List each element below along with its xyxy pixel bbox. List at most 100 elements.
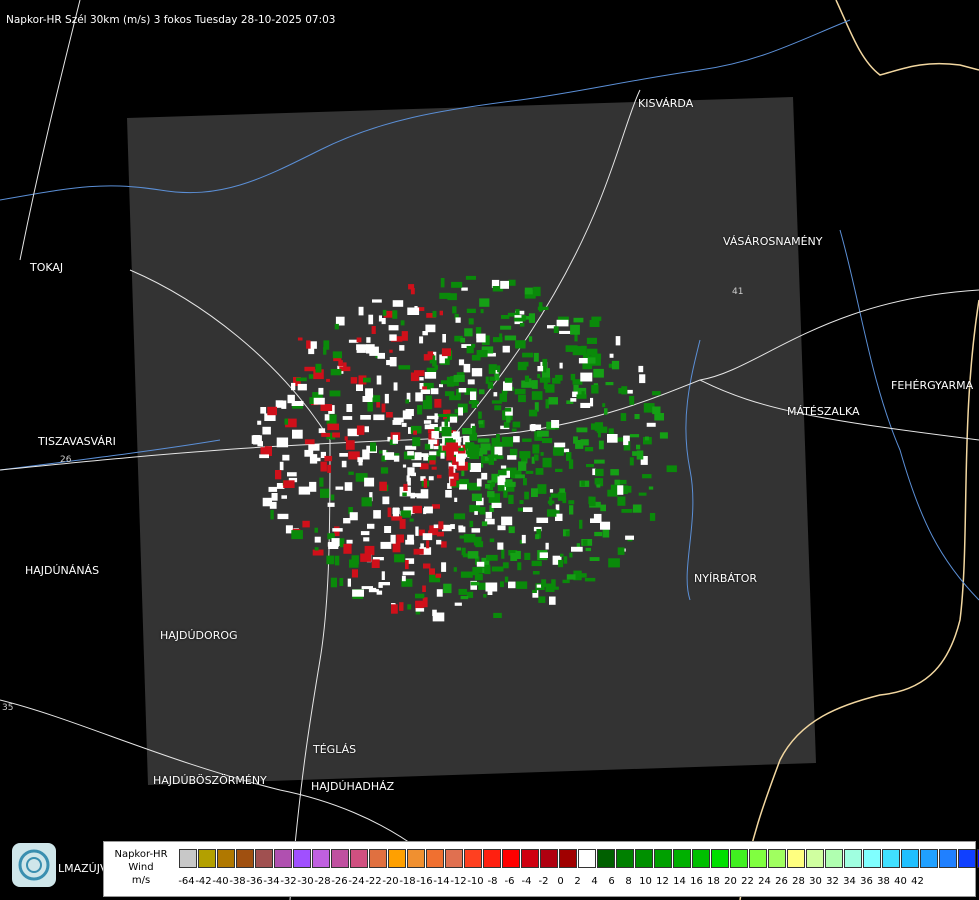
radar-echo-cell bbox=[392, 507, 400, 517]
radar-echo-cell bbox=[276, 437, 289, 448]
radar-echo-cell bbox=[306, 340, 311, 349]
legend-swatch bbox=[882, 849, 900, 868]
radar-echo-cell bbox=[497, 542, 504, 550]
radar-echo-cell bbox=[521, 534, 526, 544]
radar-echo-cell bbox=[367, 401, 373, 412]
radar-echo-cell bbox=[314, 527, 318, 533]
radar-echo-cell bbox=[559, 330, 571, 334]
radar-echo-cell bbox=[515, 474, 525, 479]
radar-echo-cell bbox=[349, 512, 358, 521]
legend-swatch bbox=[388, 849, 406, 868]
provider-logo-icon bbox=[12, 843, 56, 887]
radar-echo-cell bbox=[283, 480, 295, 488]
radar-echo-cell bbox=[429, 460, 436, 465]
radar-echo-cell bbox=[611, 360, 620, 370]
radar-echo-cell bbox=[447, 293, 457, 301]
radar-echo-cell bbox=[372, 299, 382, 303]
legend-swatch bbox=[635, 849, 653, 868]
radar-echo-cell bbox=[484, 564, 491, 575]
radar-echo-cell bbox=[577, 573, 587, 578]
radar-echo-cell bbox=[441, 426, 452, 437]
radar-echo-cell bbox=[487, 491, 495, 498]
radar-echo-cell bbox=[551, 420, 560, 428]
radar-echo-cell bbox=[591, 384, 599, 394]
radar-echo-cell bbox=[467, 448, 473, 457]
radar-echo-cell bbox=[499, 393, 507, 402]
radar-echo-cell bbox=[420, 389, 431, 394]
radar-echo-cell bbox=[619, 479, 627, 485]
radar-echo-cell bbox=[472, 567, 483, 574]
radar-echo-cell bbox=[436, 531, 444, 537]
radar-echo-cell bbox=[566, 574, 576, 580]
radar-echo-cell bbox=[453, 513, 466, 520]
radar-echo-cell bbox=[474, 511, 478, 515]
radar-echo-cell bbox=[500, 280, 509, 289]
radar-echo-cell bbox=[414, 306, 418, 309]
radar-echo-cell bbox=[524, 375, 529, 382]
radar-echo-cell bbox=[627, 389, 633, 394]
radar-echo-cell bbox=[483, 594, 487, 598]
radar-echo-cell bbox=[442, 334, 446, 343]
radar-echo-cell bbox=[543, 366, 547, 373]
road-label-35: 35 bbox=[2, 703, 13, 713]
radar-echo-cell bbox=[409, 518, 414, 522]
radar-echo-cell bbox=[315, 363, 322, 373]
radar-echo-cell bbox=[356, 337, 362, 343]
radar-echo-cell bbox=[440, 452, 445, 459]
radar-echo-cell bbox=[405, 399, 410, 404]
radar-echo-cell bbox=[537, 430, 549, 437]
radar-echo-cell bbox=[346, 539, 353, 544]
radar-echo-cell bbox=[298, 486, 311, 495]
legend-swatch bbox=[711, 849, 729, 868]
radar-echo-cell bbox=[609, 353, 614, 358]
radar-map: 35 26 41 bbox=[0, 0, 979, 900]
radar-echo-cell bbox=[373, 510, 381, 519]
radar-echo-cell bbox=[467, 551, 479, 559]
radar-echo-cell bbox=[576, 394, 587, 399]
radar-echo-cell bbox=[277, 513, 289, 520]
radar-echo-cell bbox=[308, 348, 315, 355]
radar-echo-cell bbox=[407, 467, 415, 476]
radar-echo-cell bbox=[349, 559, 359, 568]
radar-echo-cell bbox=[579, 519, 583, 529]
legend-title-line: Napkor-HR bbox=[114, 849, 168, 860]
radar-echo-cell bbox=[548, 586, 559, 590]
radar-echo-cell bbox=[370, 442, 377, 452]
legend-swatch bbox=[274, 849, 292, 868]
radar-echo-cell bbox=[260, 407, 267, 414]
radar-echo-cell bbox=[568, 500, 575, 505]
radar-echo-cell bbox=[381, 318, 386, 325]
radar-echo-cell bbox=[463, 534, 476, 543]
radar-echo-cell bbox=[493, 612, 502, 618]
radar-echo-cell bbox=[415, 601, 425, 608]
radar-echo-cell bbox=[332, 528, 343, 532]
radar-echo-cell bbox=[382, 496, 390, 505]
radar-echo-cell bbox=[324, 414, 330, 421]
radar-echo-cell bbox=[320, 404, 333, 411]
radar-echo-cell bbox=[318, 387, 324, 395]
radar-echo-cell bbox=[539, 552, 548, 558]
radar-echo-cell bbox=[587, 357, 596, 364]
radar-echo-cell bbox=[608, 558, 620, 568]
radar-echo-cell bbox=[386, 412, 393, 418]
radar-echo-cell bbox=[381, 403, 386, 413]
radar-echo-cell bbox=[499, 333, 503, 341]
radar-echo-cell bbox=[573, 317, 584, 323]
legend-swatch bbox=[939, 849, 957, 868]
radar-echo-cell bbox=[284, 418, 289, 425]
radar-echo-cell bbox=[432, 612, 445, 622]
radar-echo-cell bbox=[368, 589, 379, 593]
radar-echo-cell bbox=[500, 465, 507, 469]
radar-echo-cell bbox=[460, 337, 466, 343]
radar-echo-cell bbox=[327, 464, 332, 473]
radar-echo-cell bbox=[649, 513, 656, 521]
radar-echo-cell bbox=[360, 415, 371, 420]
legend-swatch bbox=[958, 849, 976, 868]
radar-echo-cell bbox=[507, 455, 517, 460]
radar-echo-cell bbox=[382, 309, 387, 316]
radar-echo-cell bbox=[376, 401, 381, 408]
radar-echo-cell bbox=[515, 550, 521, 559]
radar-echo-cell bbox=[493, 392, 498, 397]
legend-swatch bbox=[255, 849, 273, 868]
radar-echo-cell bbox=[486, 554, 498, 561]
